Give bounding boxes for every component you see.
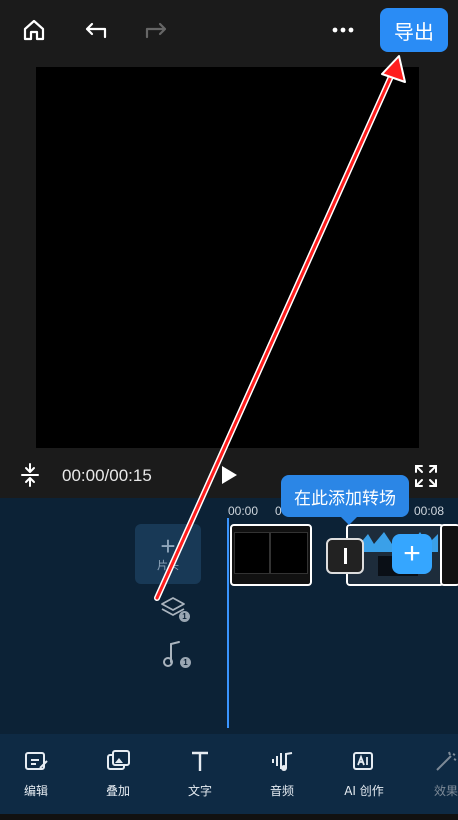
add-intro-button[interactable]: + 片头 <box>135 524 201 584</box>
ruler-time-3: 00:08 <box>414 504 445 518</box>
tool-text[interactable]: 文字 <box>170 744 230 814</box>
transition-button[interactable] <box>326 538 364 574</box>
add-clip-button[interactable]: + <box>392 534 432 574</box>
clip-thumbnail <box>234 532 270 574</box>
tool-overlay-label: 叠加 <box>105 784 130 798</box>
vertical-fit-icon[interactable] <box>18 462 42 488</box>
bottom-edge <box>0 814 458 820</box>
text-icon <box>192 751 208 771</box>
tool-effects-label: 效果 <box>433 784 458 798</box>
ruler-time-0: 00:00 <box>228 504 259 518</box>
tool-audio[interactable]: 音频 <box>252 744 312 814</box>
overlay-count-badge: 1 <box>179 611 190 622</box>
fullscreen-icon[interactable] <box>412 462 440 490</box>
effects-icon <box>436 751 457 771</box>
transition-icon <box>343 548 347 564</box>
home-icon[interactable] <box>20 16 48 44</box>
timecode: 00:00/00:15 <box>62 466 152 485</box>
more-icon[interactable] <box>329 18 357 42</box>
tool-text-label: 文字 <box>187 784 212 798</box>
tool-overlay[interactable]: 叠加 <box>88 744 148 814</box>
play-icon[interactable] <box>218 464 240 486</box>
tool-edit-label: 编辑 <box>23 784 48 798</box>
audio-track-icon[interactable]: 1 <box>162 640 192 670</box>
tool-ai-create[interactable]: AI 创作 <box>334 744 394 814</box>
video-clip-1[interactable] <box>230 524 312 586</box>
playhead[interactable] <box>227 518 229 728</box>
ai-create-icon <box>353 752 373 770</box>
undo-icon[interactable] <box>82 16 110 44</box>
add-intro-label: 片头 <box>157 560 179 572</box>
top-bar: 导出 <box>0 0 458 62</box>
plus-icon: + <box>160 531 176 561</box>
transition-tooltip: 在此添加转场 <box>281 475 409 525</box>
tool-edit[interactable]: 编辑 <box>6 744 66 814</box>
export-button[interactable]: 导出 <box>380 8 448 52</box>
tool-ai-create-label: AI 创作 <box>344 784 384 798</box>
clip-thumbnail <box>270 532 308 574</box>
edit-icon <box>25 752 48 770</box>
audio-icon <box>272 752 293 771</box>
tool-audio-label: 音频 <box>269 784 294 798</box>
timeline-panel[interactable]: 00:00 0 0 00:08 + 片头 + 1 1 <box>0 498 458 734</box>
audio-count-badge: 1 <box>180 657 191 668</box>
overlay-track-icon[interactable]: 1 <box>160 596 190 622</box>
redo-icon <box>142 16 170 44</box>
overlay-icon <box>107 750 130 770</box>
video-preview[interactable] <box>36 67 419 448</box>
tool-effects[interactable]: 效果 <box>416 744 458 814</box>
bottom-toolbar: 编辑 叠加 文字 音频 AI 创作 效果 <box>0 734 458 820</box>
video-clip-3[interactable] <box>440 524 458 586</box>
